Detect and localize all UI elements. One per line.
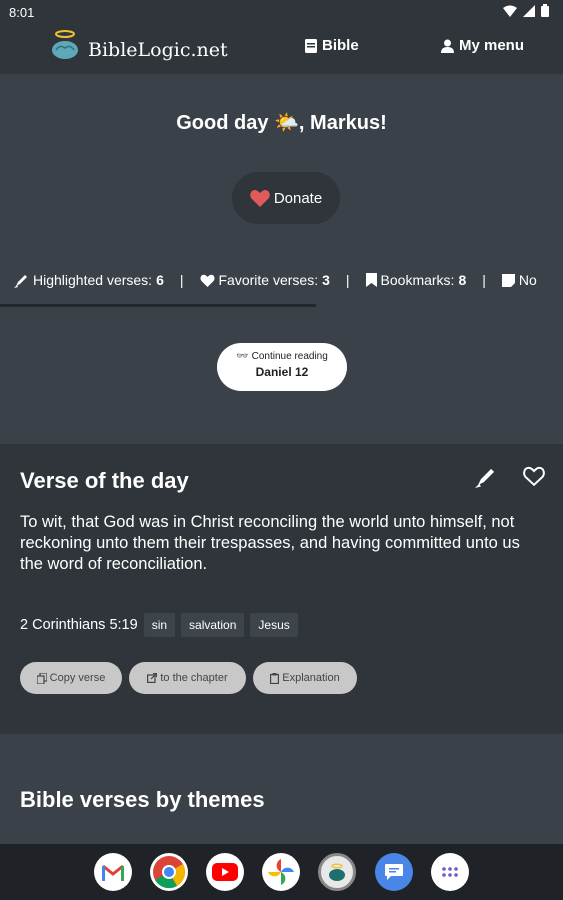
book-icon — [305, 38, 317, 53]
bookmarks-stat[interactable]: Bookmarks: 8 — [365, 272, 467, 288]
logo[interactable]: BibleLogic.net — [50, 28, 228, 62]
highlighted-verses-stat[interactable]: Highlighted verses: 6 — [14, 272, 164, 288]
heart-icon — [199, 274, 215, 287]
verse-actions — [475, 466, 545, 488]
copy-verse-button[interactable]: Copy verse — [20, 662, 122, 694]
continue-reading-book: Daniel 12 — [255, 365, 309, 379]
bookmark-icon — [365, 273, 377, 287]
continue-reading-label: Continue reading — [251, 351, 328, 362]
app-header: BibleLogic.net Bible My menu — [0, 24, 563, 74]
explanation-button[interactable]: Explanation — [253, 662, 357, 694]
divider: | — [345, 272, 350, 288]
gmail-icon[interactable] — [94, 853, 132, 891]
biblelogic-app-icon[interactable] — [318, 853, 356, 891]
explanation-label: Explanation — [282, 672, 340, 684]
divider: | — [179, 272, 184, 288]
verse-reference-row: 2 Corinthians 5:19 sin salvation Jesus — [20, 613, 298, 637]
highlighted-label: Highlighted verses: — [33, 272, 153, 288]
tag-chip[interactable]: sin — [143, 613, 176, 637]
user-icon — [441, 39, 454, 53]
highlighter-icon — [14, 274, 27, 288]
logo-text: BibleLogic.net — [88, 39, 228, 61]
note-icon — [501, 273, 515, 287]
verse-of-the-day-title: Verse of the day — [20, 468, 189, 493]
verse-button-row: Copy verse to the chapter Explanation — [20, 662, 357, 694]
favorite-label: Favorite verses: — [218, 272, 319, 288]
photos-icon[interactable] — [262, 853, 300, 891]
to-the-chapter-label: to the chapter — [160, 672, 228, 684]
heart-icon — [250, 190, 270, 207]
youtube-icon[interactable] — [206, 853, 244, 891]
favorite-verse-icon[interactable] — [523, 466, 545, 486]
system-icons — [503, 4, 549, 17]
wifi-icon — [503, 5, 517, 17]
to-the-chapter-button[interactable]: to the chapter — [129, 662, 246, 694]
notes-label: No — [518, 272, 537, 288]
nav-bible-label: Bible — [322, 37, 359, 54]
favorite-count: 3 — [322, 272, 330, 288]
tag-chip[interactable]: salvation — [181, 613, 245, 637]
bookmarks-label: Bookmarks: — [380, 272, 455, 288]
status-time: 8:01 — [9, 5, 35, 20]
tag-chip[interactable]: Jesus — [250, 613, 298, 637]
verse-reference[interactable]: 2 Corinthians 5:19 — [20, 617, 138, 633]
battery-icon — [541, 4, 549, 17]
themes-heading: Bible verses by themes — [20, 787, 265, 812]
status-bar: 8:01 — [0, 0, 563, 24]
donate-button[interactable]: Donate — [232, 172, 340, 224]
favorite-verses-stat[interactable]: Favorite verses: 3 — [199, 272, 330, 288]
stats-bar: Highlighted verses: 6 | Favorite verses:… — [14, 272, 537, 288]
divider: | — [482, 272, 486, 288]
verse-of-the-day-card: Verse of the day To wit, that God was in… — [0, 444, 563, 734]
android-dock — [0, 844, 563, 900]
bookmarks-count: 8 — [458, 272, 467, 288]
continue-reading-button[interactable]: 👓 Continue reading Daniel 12 — [217, 343, 347, 391]
nav-bible-link[interactable]: Bible — [305, 37, 359, 54]
copy-verse-label: Copy verse — [49, 672, 106, 684]
highlight-verse-icon[interactable] — [475, 466, 497, 488]
notes-stat[interactable]: No — [501, 272, 537, 288]
nav-my-menu-label: My menu — [459, 37, 525, 54]
signal-icon — [523, 4, 535, 17]
greeting-heading: Good day 🌤️, Markus! — [176, 112, 387, 134]
nav-my-menu-link[interactable]: My menu — [441, 37, 524, 54]
clipboard-icon — [270, 672, 280, 684]
brain-halo-logo-icon — [52, 30, 78, 59]
donate-label: Donate — [273, 189, 323, 207]
verse-text: To wit, that God was in Christ reconcili… — [20, 513, 520, 573]
highlighted-count: 6 — [156, 272, 164, 288]
reading-glasses-icon: 👓 — [236, 351, 249, 362]
chrome-icon[interactable] — [150, 853, 188, 891]
app-drawer-icon[interactable] — [431, 853, 469, 891]
stats-scroll-indicator[interactable] — [0, 304, 316, 307]
external-link-icon — [147, 673, 158, 683]
copy-icon — [36, 672, 47, 684]
messages-icon[interactable] — [375, 853, 413, 891]
